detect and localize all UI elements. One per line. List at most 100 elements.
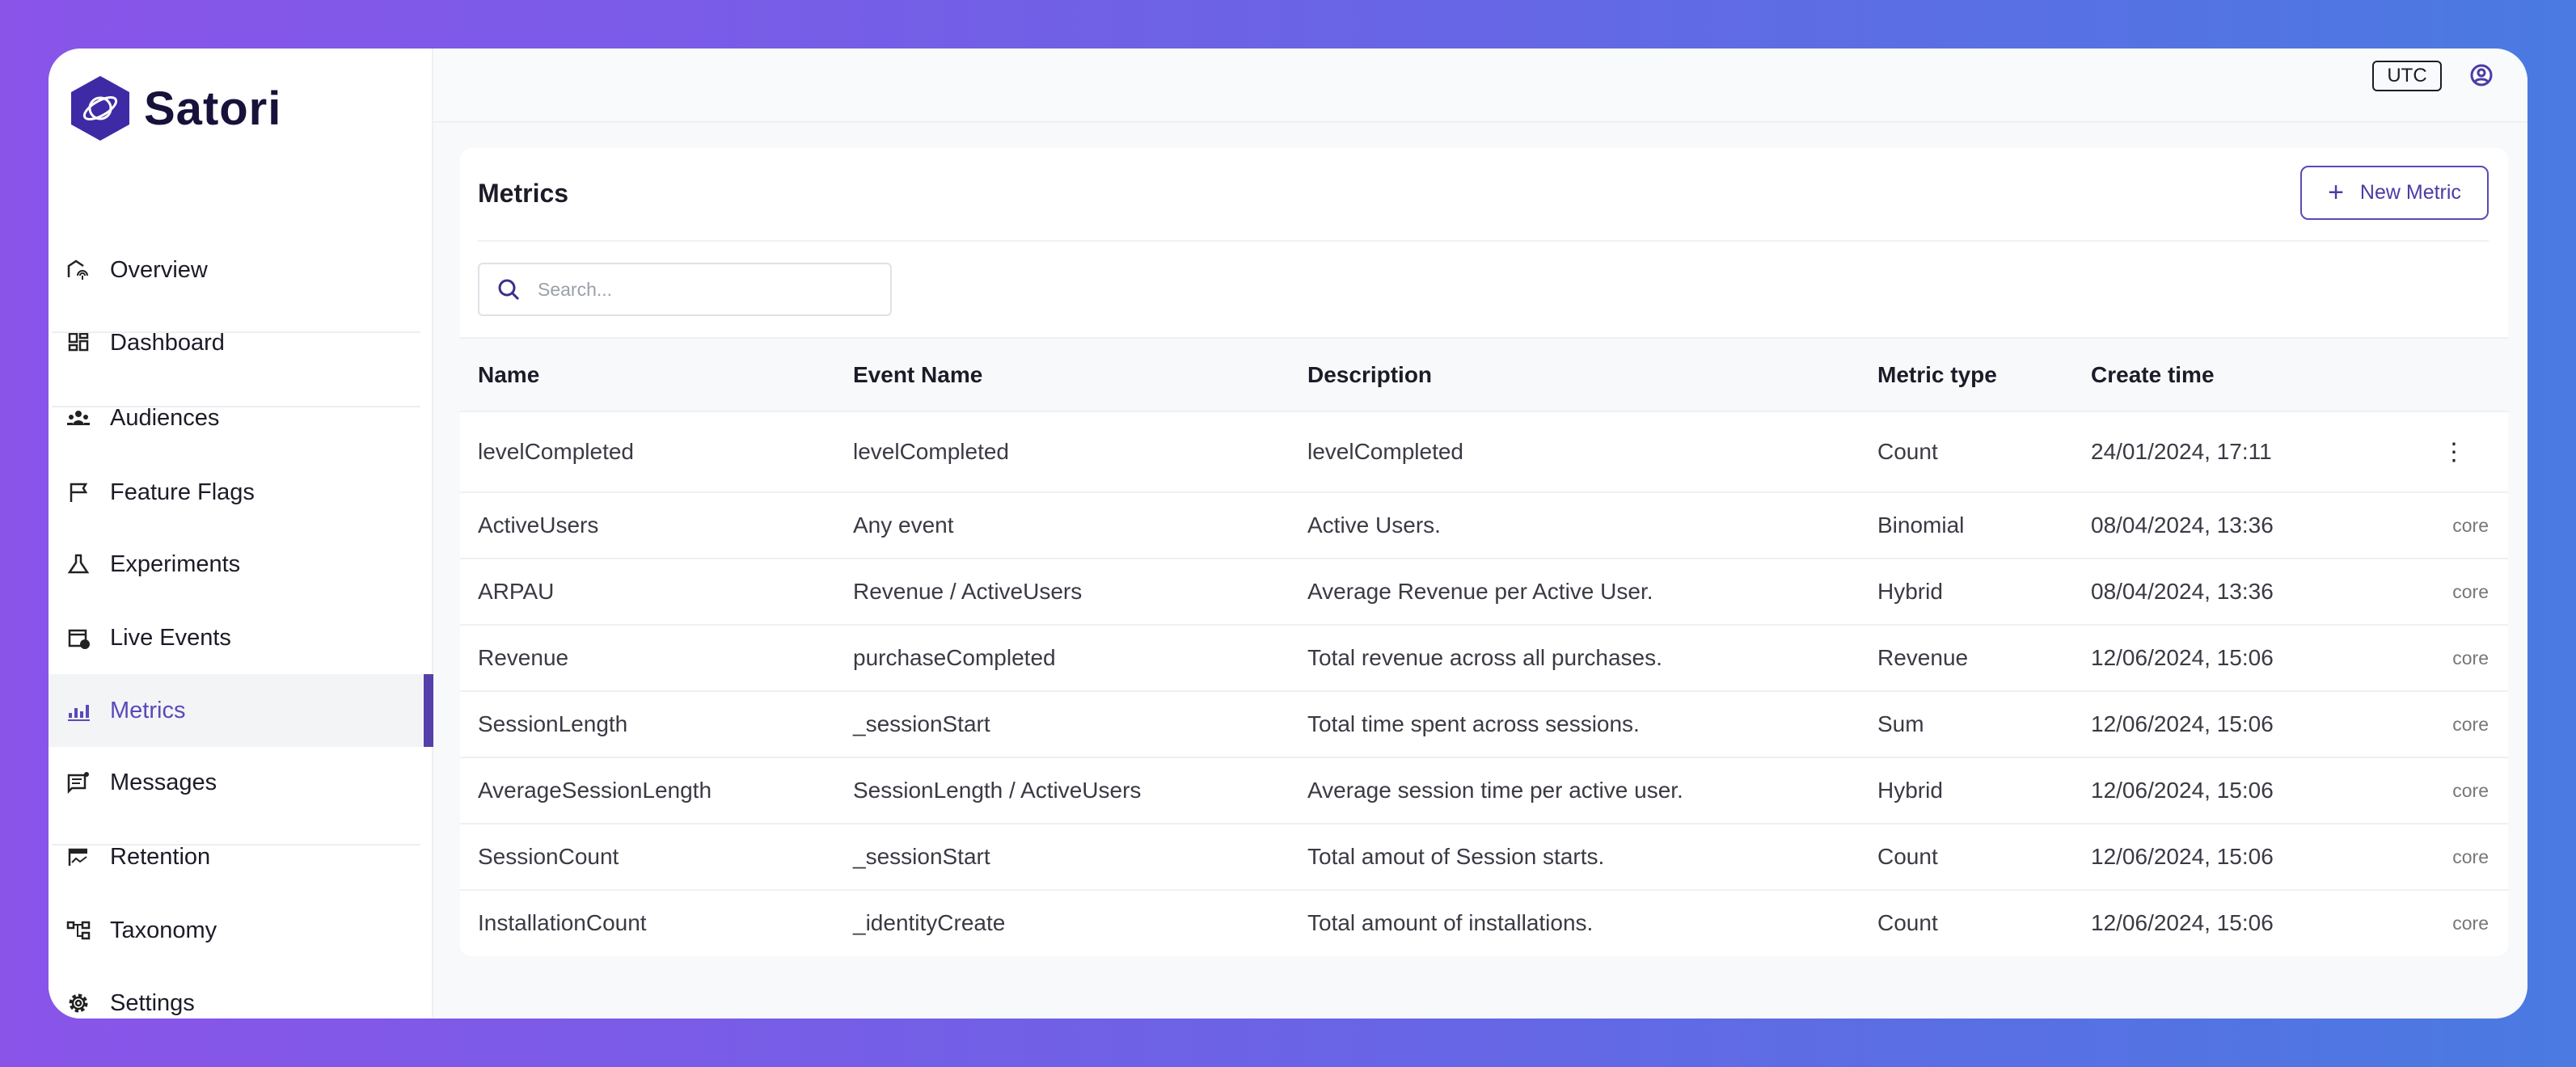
core-badge: core xyxy=(2452,779,2489,801)
table-row[interactable]: SessionCount _sessionStart Total amout of … xyxy=(460,823,2508,889)
core-badge: core xyxy=(2452,912,2489,934)
cell-metric-type: Hybrid xyxy=(1877,579,1943,604)
cell-description: Total amount of installations. xyxy=(1307,910,1594,935)
cell-create-time: 12/06/2024, 15:06 xyxy=(2091,645,2274,670)
cell-metric-type: Hybrid xyxy=(1877,778,1943,803)
table-row[interactable]: InstallationCount _identityCreate Total am… xyxy=(460,889,2508,955)
sidebar-item-label: Overview xyxy=(110,256,208,283)
satori-logo-icon xyxy=(71,76,129,141)
sidebar-item-live-events[interactable]: Live Events xyxy=(49,601,433,674)
table-row[interactable]: ActiveUsers Any event Active Users. Binomia… xyxy=(460,491,2508,558)
user-icon[interactable] xyxy=(2469,63,2494,87)
divider xyxy=(52,331,420,333)
cell-metric-name: ActiveUsers xyxy=(478,512,599,538)
sidebar-item-label: Dashboard xyxy=(110,329,225,356)
metrics-panel: Metrics + New Metric Name Event Name Desc… xyxy=(460,148,2508,956)
cell-metric-name: levelCompleted xyxy=(478,439,634,464)
cell-metric-name: ARPAU xyxy=(478,579,555,604)
dashboard-icon xyxy=(66,331,91,355)
cell-description: Total amout of Session starts. xyxy=(1307,844,1605,869)
sidebar-item-label: Metrics xyxy=(110,697,186,723)
table-row[interactable]: Revenue purchaseCompleted Total revenue ac… xyxy=(460,624,2508,690)
new-metric-button[interactable]: + New Metric xyxy=(2300,166,2489,220)
cell-description: Average Revenue per Active User. xyxy=(1307,579,1653,604)
sidebar-item-experiments[interactable]: Experiments xyxy=(49,528,433,601)
sidebar-item-taxonomy[interactable]: Taxonomy xyxy=(49,894,433,967)
message-icon xyxy=(66,770,91,795)
table-row[interactable]: SessionLength _sessionStart Total time spe… xyxy=(460,690,2508,757)
table-row[interactable]: AverageSessionLength SessionLength / Acti… xyxy=(460,757,2508,823)
sidebar-item-label: Live Events xyxy=(110,624,231,651)
bar-chart-icon xyxy=(66,698,91,723)
cell-metric-name: InstallationCount xyxy=(478,910,647,935)
topbar: UTC xyxy=(433,48,2527,123)
sidebar-item-label: Messages xyxy=(110,769,217,795)
new-metric-label: New Metric xyxy=(2359,181,2461,204)
sidebar-item-label: Settings xyxy=(110,989,195,1016)
gear-icon xyxy=(66,991,91,1015)
plus-icon: + xyxy=(2328,177,2344,208)
sidebar-item-label: Retention xyxy=(110,843,211,870)
sidebar-item-overview[interactable]: Overview xyxy=(49,234,433,306)
table-row[interactable]: levelCompleted levelCompleted levelComplet… xyxy=(460,411,2508,491)
cell-description: Active Users. xyxy=(1307,512,1441,538)
divider xyxy=(52,844,420,846)
column-header-name[interactable]: Name xyxy=(478,339,539,411)
search-field[interactable] xyxy=(478,263,892,316)
cell-metric-type: Count xyxy=(1877,439,1938,464)
calendar-clock-icon xyxy=(66,626,91,650)
cell-metric-type: Count xyxy=(1877,910,1938,935)
column-header-event-name[interactable]: Event Name xyxy=(853,339,982,411)
sidebar: Satori Overview Dashboard Audiences Feature… xyxy=(49,48,433,1018)
cell-event-name: _identityCreate xyxy=(853,910,1006,935)
cell-create-time: 08/04/2024, 13:36 xyxy=(2091,579,2274,604)
audiences-icon xyxy=(66,406,91,430)
cell-metric-type: Sum xyxy=(1877,711,1924,736)
more-options-icon[interactable]: ⋮ xyxy=(2442,412,2466,491)
cell-create-time: 12/06/2024, 15:06 xyxy=(2091,778,2274,803)
sidebar-item-metrics[interactable]: Metrics xyxy=(49,674,433,747)
sidebar-item-dashboard[interactable]: Dashboard xyxy=(49,306,433,379)
cell-event-name: purchaseCompleted xyxy=(853,645,1056,670)
sidebar-item-label: Feature Flags xyxy=(110,479,255,505)
core-badge: core xyxy=(2452,647,2489,668)
retention-icon xyxy=(66,845,91,869)
table-row[interactable]: ARPAU Revenue / ActiveUsers Average Revenu… xyxy=(460,558,2508,624)
app-window: Satori Overview Dashboard Audiences Feature… xyxy=(49,48,2527,1018)
sidebar-item-messages[interactable]: Messages xyxy=(49,746,433,819)
page-title: Metrics xyxy=(478,179,569,208)
column-header-metric-type[interactable]: Metric type xyxy=(1877,339,1997,411)
column-header-create-time[interactable]: Create time xyxy=(2091,339,2215,411)
search-input[interactable] xyxy=(538,278,861,301)
cell-description: Average session time per active user. xyxy=(1307,778,1683,803)
cell-create-time: 12/06/2024, 15:06 xyxy=(2091,910,2274,935)
sidebar-item-label: Experiments xyxy=(110,550,241,577)
cell-metric-name: AverageSessionLength xyxy=(478,778,712,803)
cell-event-name: _sessionStart xyxy=(853,844,990,869)
cell-description: Total revenue across all purchases. xyxy=(1307,645,1662,670)
sidebar-item-feature-flags[interactable]: Feature Flags xyxy=(49,456,433,529)
cell-metric-type: Count xyxy=(1877,844,1938,869)
logo[interactable]: Satori xyxy=(70,74,281,142)
divider xyxy=(478,240,2489,242)
table-header: Name Event Name Description Metric type … xyxy=(460,337,2508,411)
cell-event-name: levelCompleted xyxy=(853,439,1009,464)
cell-event-name: _sessionStart xyxy=(853,711,990,736)
taxonomy-icon xyxy=(66,918,91,943)
cell-metric-type: Revenue xyxy=(1877,645,1969,670)
timezone-button[interactable]: UTC xyxy=(2372,61,2442,91)
cell-metric-type: Binomial xyxy=(1877,512,1965,538)
core-badge: core xyxy=(2452,514,2489,536)
cell-create-time: 12/06/2024, 15:06 xyxy=(2091,844,2274,869)
overview-icon xyxy=(66,258,91,282)
cell-event-name: Any event xyxy=(853,512,954,538)
cell-create-time: 08/04/2024, 13:36 xyxy=(2091,512,2274,538)
sidebar-item-retention[interactable]: Retention xyxy=(49,820,433,893)
cell-event-name: Revenue / ActiveUsers xyxy=(853,579,1083,604)
cell-metric-name: Revenue xyxy=(478,645,569,670)
search-icon xyxy=(498,279,520,301)
sidebar-item-settings[interactable]: Settings xyxy=(49,967,433,1018)
sidebar-item-audiences[interactable]: Audiences xyxy=(49,382,433,454)
column-header-description[interactable]: Description xyxy=(1307,339,1432,411)
divider xyxy=(52,406,420,407)
